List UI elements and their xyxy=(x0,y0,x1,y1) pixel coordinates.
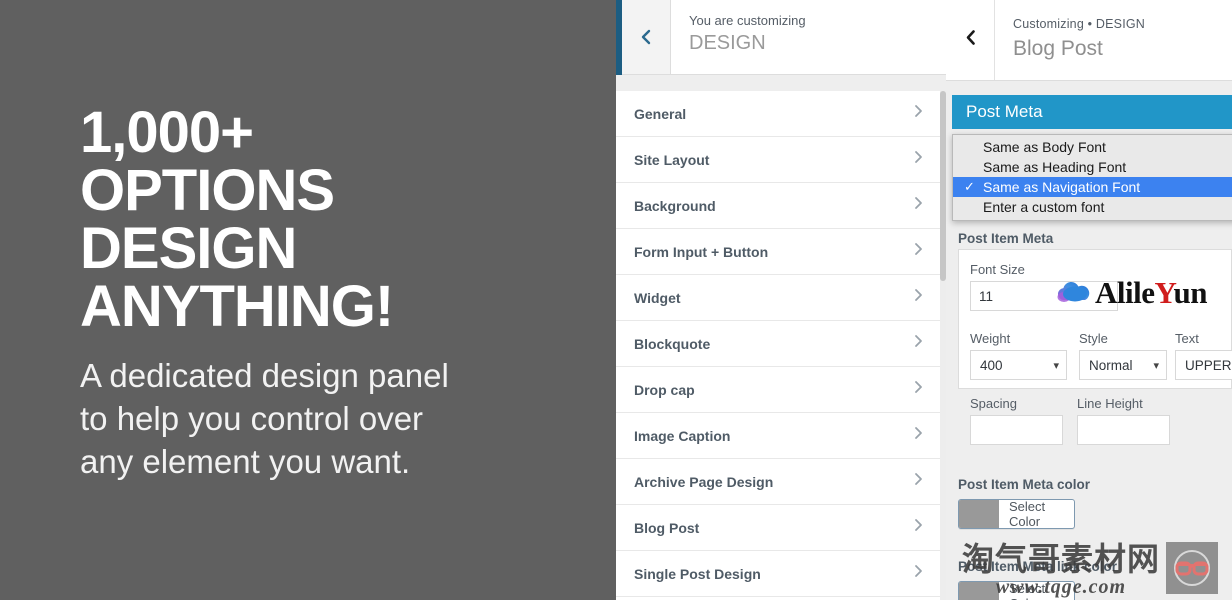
chevron-right-icon xyxy=(912,425,924,446)
line-height-input[interactable] xyxy=(1077,415,1170,445)
color-swatch-0 xyxy=(959,500,999,528)
customizer-item-label: Image Caption xyxy=(634,427,731,444)
customizer-item-blockquote[interactable]: Blockquote xyxy=(616,321,946,367)
chevron-down-icon: ▾ xyxy=(1053,359,1059,372)
section-post-meta-label: Post Meta xyxy=(966,102,1043,121)
select-color-button-0[interactable]: Select Color xyxy=(958,499,1075,529)
color-section-title-1: Post Item Meta link color xyxy=(958,559,1118,574)
dropdown-option-label: Same as Heading Font xyxy=(983,159,1127,175)
customizer-item-label: Archive Page Design xyxy=(634,473,774,490)
customizer-item-drop-cap[interactable]: Drop cap xyxy=(616,367,946,413)
chevron-right-icon xyxy=(912,333,924,354)
select-color-button-1[interactable]: Select Color xyxy=(958,581,1075,600)
customizer-item-label: Site Layout xyxy=(634,151,710,168)
customizer-item-label: Blog Post xyxy=(634,519,700,536)
customizer-item-label: General xyxy=(634,105,687,122)
promo-subhead: A dedicated design panel to help you con… xyxy=(80,357,449,480)
detail-back-button[interactable] xyxy=(946,0,995,80)
detail-header: Customizing • DESIGN Blog Post xyxy=(946,0,1232,81)
customizer-item-label: Widget xyxy=(634,289,681,306)
chevron-right-icon xyxy=(912,471,924,492)
color-swatch-1 xyxy=(959,582,999,600)
detail-title-block: Customizing • DESIGN Blog Post xyxy=(995,0,1232,80)
dropdown-option-label: Enter a custom font xyxy=(983,199,1105,215)
detail-breadcrumb: Customizing • DESIGN xyxy=(1013,17,1146,31)
customizer-panel: You are customizing DESIGN General Site L… xyxy=(616,0,946,600)
customizer-title: DESIGN xyxy=(689,32,766,54)
customizer-item-archive-page-design[interactable]: Archive Page Design xyxy=(616,459,946,505)
dropdown-option-label: Same as Body Font xyxy=(983,139,1106,155)
customizer-back-button[interactable] xyxy=(622,0,671,74)
chevron-right-icon xyxy=(912,195,924,216)
chevron-right-icon xyxy=(912,517,924,538)
customizer-kicker: You are customizing xyxy=(689,13,806,28)
customizer-item-form-input-button[interactable]: Form Input + Button xyxy=(616,229,946,275)
weight-label: Weight xyxy=(970,331,1011,346)
style-select[interactable]: Normal ▾ xyxy=(1079,350,1167,380)
line-height-label: Line Height xyxy=(1077,396,1143,411)
customizer-item-label: Background xyxy=(634,197,716,214)
font-size-input[interactable] xyxy=(970,281,1118,311)
customizer-item-label: Single Post Design xyxy=(634,565,761,582)
screenshot-root: 1,000+ OPTIONS DESIGN ANYTHING! A dedica… xyxy=(0,0,1232,600)
select-color-label-0: Select Color xyxy=(1009,499,1046,529)
weight-select[interactable]: 400 ▾ xyxy=(970,350,1067,380)
check-icon: ✓ xyxy=(964,179,975,194)
promo-panel: 1,000+ OPTIONS DESIGN ANYTHING! A dedica… xyxy=(0,0,616,600)
promo-content: 1,000+ OPTIONS DESIGN ANYTHING! A dedica… xyxy=(80,104,600,483)
chevron-down-icon: ▾ xyxy=(1153,359,1159,372)
dropdown-option-label: Same as Navigation Font xyxy=(983,179,1141,195)
panel-gap xyxy=(616,75,946,91)
chevron-right-icon xyxy=(912,563,924,584)
dropdown-option-1[interactable]: Same as Heading Font xyxy=(953,157,1232,177)
customizer-item-label: Blockquote xyxy=(634,335,711,352)
spacing-input[interactable] xyxy=(970,415,1063,445)
chevron-left-icon xyxy=(963,28,978,52)
font-source-dropdown[interactable]: Same as Body Font Same as Heading Font ✓ Sa… xyxy=(952,134,1232,221)
chevron-right-icon xyxy=(912,103,924,124)
customizer-item-label: Form Input + Button xyxy=(634,243,769,260)
customizer-header: You are customizing DESIGN xyxy=(622,0,946,75)
chevron-right-icon xyxy=(912,241,924,262)
detail-body: Post Meta Same as Body Font Same as Headi… xyxy=(946,81,1232,600)
customizer-section-list: General Site Layout Background Form Input +… xyxy=(616,91,946,600)
dropdown-option-0[interactable]: Same as Body Font xyxy=(953,137,1232,157)
color-section-title-0: Post Item Meta color xyxy=(958,477,1091,492)
text-transform-select[interactable]: UPPER ▾ xyxy=(1175,350,1232,380)
customizer-item-image-caption[interactable]: Image Caption xyxy=(616,413,946,459)
customizer-item-label: Drop cap xyxy=(634,381,695,398)
chevron-right-icon xyxy=(912,287,924,308)
text-transform-select-value: UPPER xyxy=(1185,357,1232,373)
customizer-item-widget[interactable]: Widget xyxy=(616,275,946,321)
weight-select-value: 400 xyxy=(980,357,1003,373)
dropdown-option-2[interactable]: ✓ Same as Navigation Font xyxy=(953,177,1232,197)
customizer-item-blog-post[interactable]: Blog Post xyxy=(616,505,946,551)
customizer-item-general[interactable]: General xyxy=(616,91,946,137)
detail-title: Blog Post xyxy=(1013,37,1103,60)
chevron-left-icon xyxy=(639,28,653,46)
font-size-label: Font Size xyxy=(970,262,1025,277)
field-group-title: Post Item Meta xyxy=(958,231,1054,246)
chevron-right-icon xyxy=(912,149,924,170)
customizer-item-single-post-design[interactable]: Single Post Design xyxy=(616,551,946,597)
section-post-meta[interactable]: Post Meta xyxy=(952,95,1232,129)
customizer-title-block: You are customizing DESIGN xyxy=(671,0,946,74)
style-label: Style xyxy=(1079,331,1108,346)
customizer-item-background[interactable]: Background xyxy=(616,183,946,229)
customizer-item-site-layout[interactable]: Site Layout xyxy=(616,137,946,183)
select-color-label-1: Select Color xyxy=(1009,581,1046,600)
style-select-value: Normal xyxy=(1089,357,1133,373)
text-transform-label: Text xyxy=(1175,331,1199,346)
dropdown-option-3[interactable]: Enter a custom font xyxy=(953,197,1232,217)
detail-panel: Customizing • DESIGN Blog Post Post Meta… xyxy=(946,0,1232,600)
spacing-label: Spacing xyxy=(970,396,1017,411)
promo-headline: 1,000+ OPTIONS DESIGN ANYTHING! xyxy=(80,100,394,339)
chevron-right-icon xyxy=(912,379,924,400)
